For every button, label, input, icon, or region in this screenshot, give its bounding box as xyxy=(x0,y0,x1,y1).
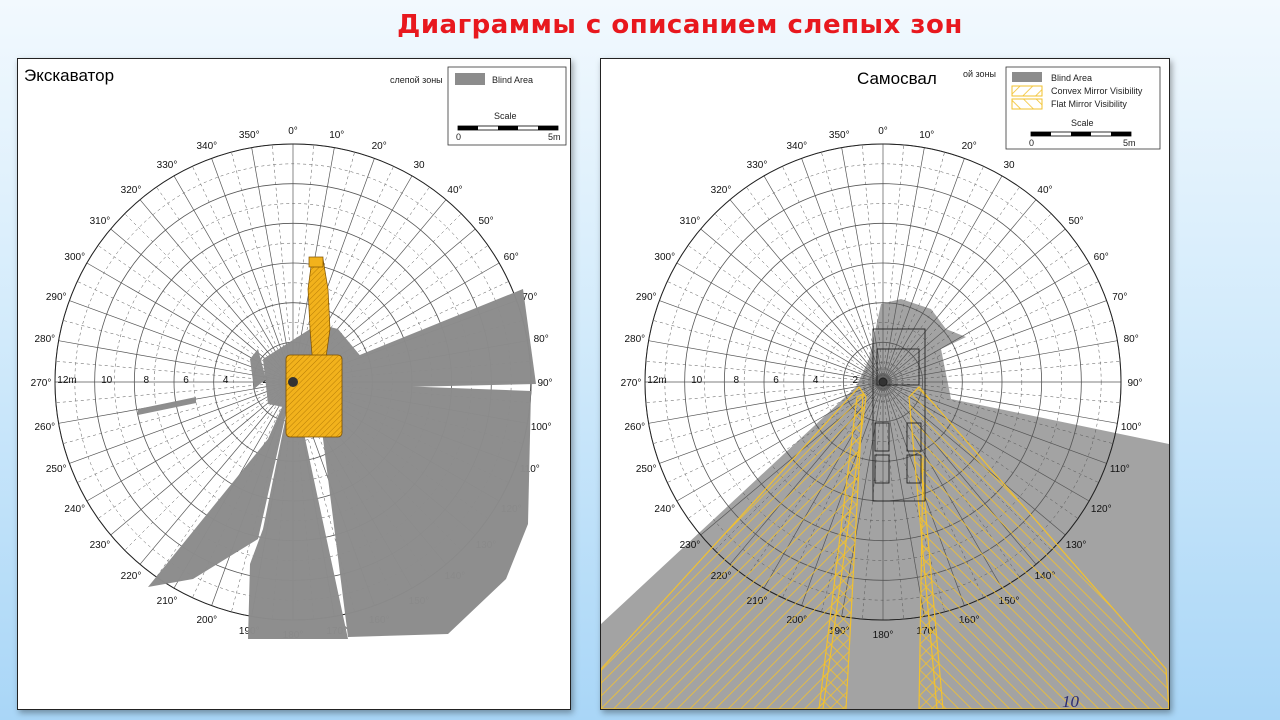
distance-label: 10 xyxy=(101,375,113,386)
legend-convex: Convex Mirror Visibility xyxy=(1051,86,1143,96)
degree-label: 0° xyxy=(288,126,298,137)
legend-scale-label: Scale xyxy=(1071,118,1094,128)
degree-label: 80° xyxy=(1124,334,1139,345)
degree-label: 300° xyxy=(64,252,85,263)
distance-label: 8 xyxy=(144,375,150,386)
degree-label: 100° xyxy=(1121,422,1142,433)
legend-blind-area: Blind Area xyxy=(492,75,533,85)
degree-label: 280° xyxy=(34,334,55,345)
page-number: 10 xyxy=(1062,692,1079,711)
degree-label: 130° xyxy=(1066,540,1087,551)
distance-label: 4 xyxy=(223,375,229,386)
legend-box: Blind Area Scale 0 5m xyxy=(447,66,567,146)
legend-scale-label: Scale xyxy=(494,111,517,121)
grid-spoke xyxy=(801,158,884,383)
degree-label: 50° xyxy=(1068,216,1083,227)
legend-box: Blind Area Convex Mirror Visibility Flat… xyxy=(1005,66,1161,150)
degree-label: 200° xyxy=(196,615,217,626)
degree-label: 20° xyxy=(372,141,387,152)
dump-truck-diagram-panel: Самосвал 0° 10° 20° 30 40° 50° 60° 70° 80° 90° 100… xyxy=(600,58,1170,710)
degree-label: 260° xyxy=(34,422,55,433)
degree-label: 60° xyxy=(1094,252,1109,263)
degree-label: 70° xyxy=(1112,292,1127,303)
legend-scale-min: 0 xyxy=(456,132,461,142)
slide-title: Диаграммы с описанием слепых зон xyxy=(397,10,963,40)
degree-label: 350° xyxy=(239,130,260,141)
degree-label: 270° xyxy=(621,378,642,389)
flat-swatch xyxy=(1011,98,1043,110)
dump-truck-label: Самосвал xyxy=(851,65,943,93)
degree-label: 10° xyxy=(919,130,934,141)
degree-label: 90° xyxy=(1127,378,1142,389)
distance-label: 4 xyxy=(813,375,819,386)
degree-label: 320° xyxy=(121,185,142,196)
degree-label: 320° xyxy=(711,185,732,196)
degree-label: 40° xyxy=(1037,185,1052,196)
distance-label: 12m xyxy=(57,375,76,386)
degree-label: 310° xyxy=(680,216,701,227)
degree-label: 290° xyxy=(636,292,657,303)
distance-label: 6 xyxy=(183,375,189,386)
legend-blind-area: Blind Area xyxy=(1051,73,1092,83)
degree-label: 30 xyxy=(1003,160,1015,171)
degree-label: 100° xyxy=(531,422,552,433)
legend-scale-max: 5m xyxy=(548,132,561,142)
degree-label: 180° xyxy=(873,630,894,641)
degree-label: 220° xyxy=(121,571,142,582)
degree-label: 30 xyxy=(413,160,425,171)
degree-label: 230° xyxy=(90,540,111,551)
distance-label: 2 xyxy=(853,375,859,386)
legend-caption: слепой зоны xyxy=(390,75,443,85)
distance-label: 10 xyxy=(691,375,703,386)
degree-label: 340° xyxy=(196,141,217,152)
degree-label: 330° xyxy=(747,160,768,171)
distance-label: 8 xyxy=(734,375,740,386)
degree-label: 340° xyxy=(786,141,807,152)
blind-area xyxy=(138,289,536,639)
dump-truck-blind-zone-diagram: 0° 10° 20° 30 40° 50° 60° 70° 80° 90° 100° 110° 120°… xyxy=(601,66,1169,709)
degree-label: 330° xyxy=(157,160,178,171)
degree-label: 250° xyxy=(46,464,67,475)
degree-label: 110° xyxy=(1110,464,1130,475)
degree-label: 20° xyxy=(962,141,977,152)
degree-label: 50° xyxy=(478,216,493,227)
degree-label: 290° xyxy=(46,292,67,303)
degree-label: 90° xyxy=(537,378,552,389)
grid-spoke xyxy=(659,300,884,383)
excavator-label: Экскаватор xyxy=(18,59,168,93)
degree-label: 0° xyxy=(878,126,888,137)
degree-label: 210° xyxy=(157,596,178,607)
degree-label: 230° xyxy=(680,540,701,551)
degree-label: 280° xyxy=(624,334,645,345)
degree-label: 260° xyxy=(624,422,645,433)
degree-label: 80° xyxy=(534,334,549,345)
degree-label: 240° xyxy=(654,504,675,515)
legend-flat: Flat Mirror Visibility xyxy=(1051,99,1127,109)
degree-label: 270° xyxy=(31,378,52,389)
degree-label: 40° xyxy=(447,185,462,196)
distance-label: 12m xyxy=(647,375,666,386)
degree-label: 120° xyxy=(1091,504,1112,515)
degree-label: 60° xyxy=(504,252,519,263)
legend-scale-min: 0 xyxy=(1029,138,1034,148)
legend-scale-max: 5m xyxy=(1123,138,1136,148)
degree-label: 300° xyxy=(654,252,675,263)
degree-label: 350° xyxy=(829,130,850,141)
excavator-diagram-panel: Экскаватор слепой зоны Blind Area Scale … xyxy=(17,58,571,710)
legend-caption: ой зоны xyxy=(963,69,996,79)
convex-swatch xyxy=(1011,85,1043,97)
blind-area-swatch xyxy=(1012,72,1042,82)
excavator-blind-zone-diagram: слепой зоны Blind Area Scale 0 5m 0° 10° 2… xyxy=(31,66,567,641)
degree-label: 240° xyxy=(64,504,85,515)
blind-area-swatch xyxy=(455,73,485,85)
degree-label: 310° xyxy=(90,216,111,227)
degree-label: 10° xyxy=(329,130,344,141)
distance-label: 6 xyxy=(773,375,779,386)
degree-label: 250° xyxy=(636,464,657,475)
